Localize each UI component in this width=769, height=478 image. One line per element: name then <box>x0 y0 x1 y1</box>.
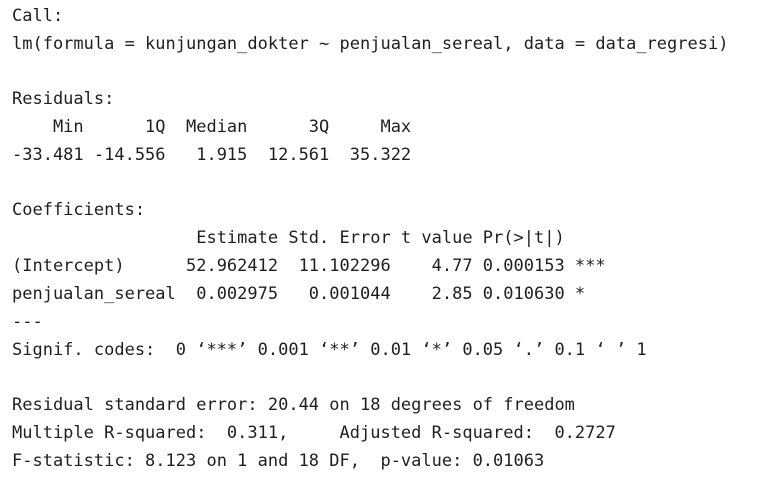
call-formula: lm(formula = kunjungan_dokter ~ penjuala… <box>12 34 729 54</box>
f-statistic-line: F-statistic: 8.123 on 1 and 18 DF, p-val… <box>12 451 545 471</box>
residuals-labels: Min 1Q Median 3Q Max <box>12 117 422 137</box>
coefficient-row-intercept: (Intercept) 52.962412 11.102296 4.77 0.0… <box>12 256 606 276</box>
coefficient-row-penjualan-sereal: penjualan_sereal 0.002975 0.001044 2.85 … <box>12 284 606 304</box>
residuals-values: -33.481 -14.556 1.915 12.561 35.322 <box>12 145 422 165</box>
residual-standard-error: Residual standard error: 20.44 on 18 deg… <box>12 395 575 415</box>
coefficients-header: Coefficients: <box>12 200 146 220</box>
r-console-output: Call: lm(formula = kunjungan_dokter ~ pe… <box>0 0 769 478</box>
signif-codes: Signif. codes: 0 ‘***’ 0.001 ‘**’ 0.01 ‘… <box>12 340 647 360</box>
coefficients-separator: --- <box>12 312 43 332</box>
r-squared-line: Multiple R-squared: 0.311, Adjusted R-sq… <box>12 423 627 443</box>
coefficients-columns: Estimate Std. Error t value Pr(>|t|) <box>12 228 606 248</box>
call-header: Call: <box>12 6 64 26</box>
residuals-header: Residuals: <box>12 89 115 109</box>
